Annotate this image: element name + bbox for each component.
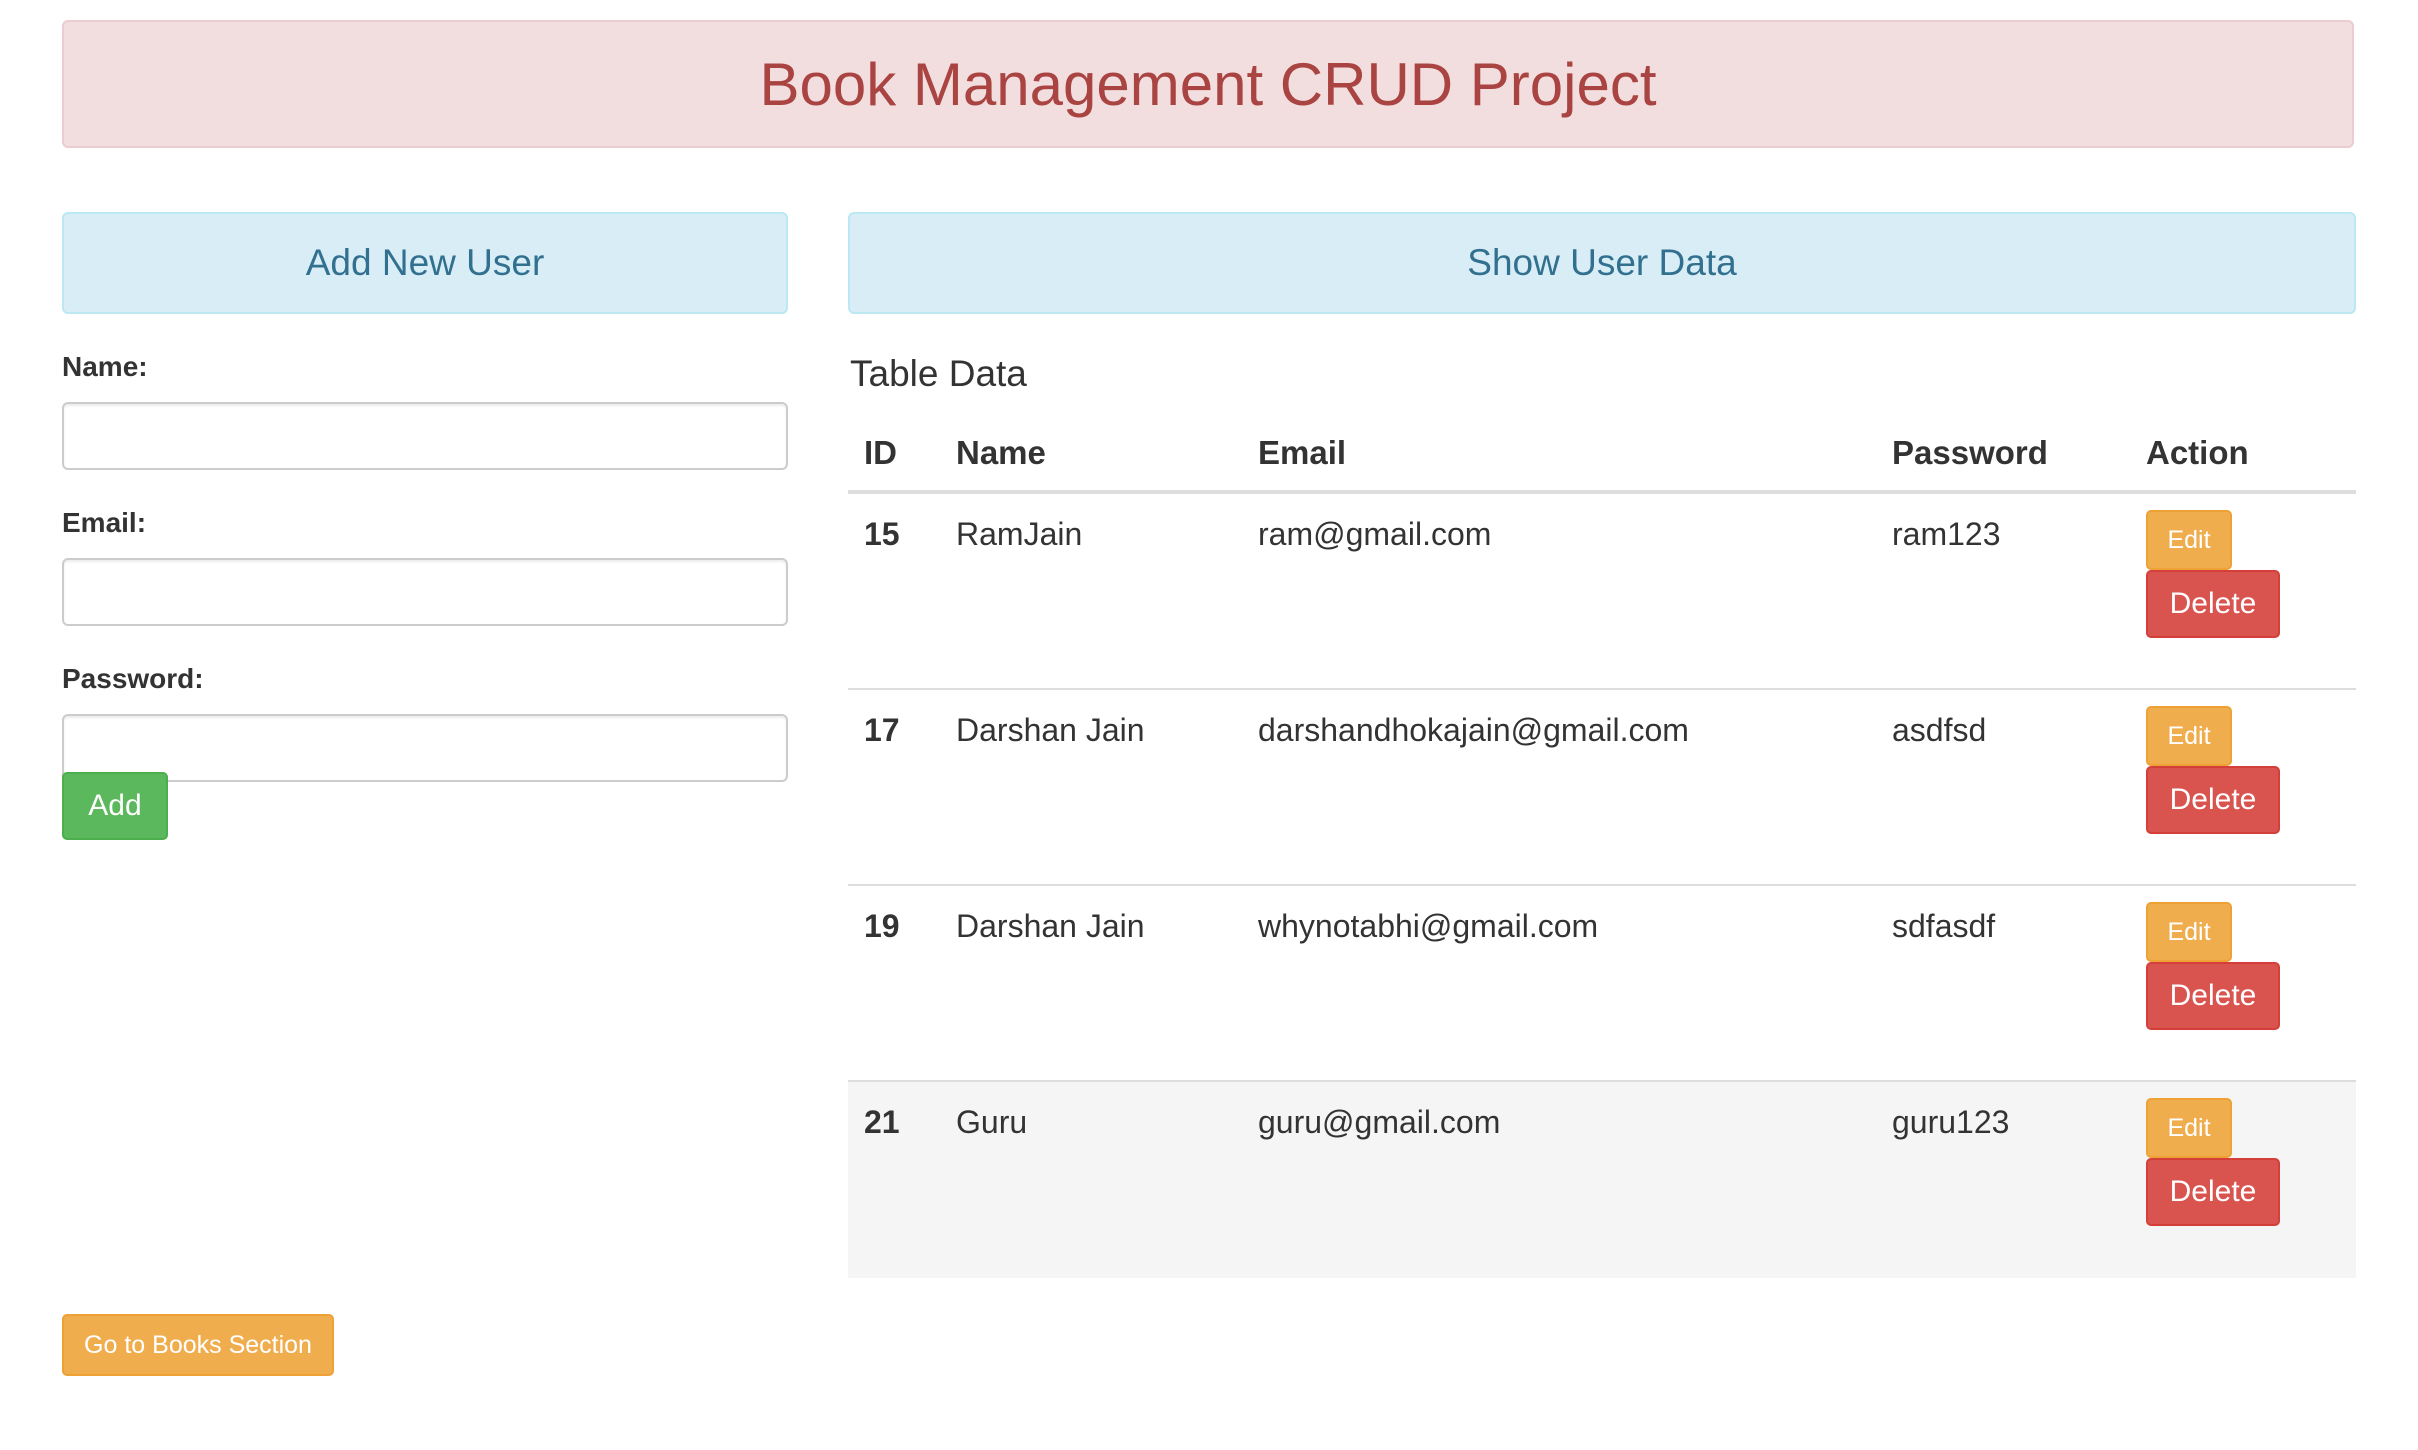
row-email: ram@gmail.com [1258,516,1492,552]
column-header-id: ID [864,434,897,471]
show-user-panel-heading: Show User Data [848,212,2356,314]
edit-button[interactable]: Edit [2146,1098,2232,1158]
add-user-heading-text: Add New User [305,242,545,283]
row-password: ram123 [1892,516,2001,552]
row-actions: Edit Delete [2146,706,2286,834]
email-label: Email: [62,507,147,538]
delete-button[interactable]: Delete [2146,962,2280,1030]
row-actions: Edit Delete [2146,1098,2286,1226]
user-table: ID Name Email Password Action 15 RamJain… [848,424,2356,1278]
row-email: whynotabhi@gmail.com [1258,908,1599,944]
edit-button[interactable]: Edit [2146,510,2232,570]
edit-button[interactable]: Edit [2146,706,2232,766]
title-banner: Book Management CRUD Project [62,20,2354,148]
row-password: asdfsd [1892,712,1987,748]
go-to-books-button[interactable]: Go to Books Section [62,1314,334,1376]
edit-button[interactable]: Edit [2146,902,2232,962]
table-header: ID Name Email Password Action [848,424,2356,494]
column-header-email: Email [1258,434,1347,471]
row-name: RamJain [956,516,1083,552]
row-name: Guru [956,1104,1028,1140]
name-input[interactable] [62,402,788,470]
row-name: Darshan Jain [956,908,1145,944]
add-user-panel-heading: Add New User [62,212,788,314]
row-email: darshandhokajain@gmail.com [1258,712,1689,748]
password-input[interactable] [62,714,788,782]
row-id: 15 [864,516,900,552]
email-input[interactable] [62,558,788,626]
show-user-heading-text: Show User Data [1467,242,1737,283]
row-actions: Edit Delete [2146,510,2286,638]
page: Book Management CRUD Project Add New Use… [0,0,2418,1450]
delete-button[interactable]: Delete [2146,570,2280,638]
name-label: Name: [62,351,148,382]
column-header-password: Password [1892,434,2048,471]
row-id: 19 [864,908,900,944]
row-email: guru@gmail.com [1258,1104,1501,1140]
row-actions: Edit Delete [2146,902,2286,1030]
add-user-form: Name: Email: Password: [62,350,788,818]
row-password: guru123 [1892,1104,2010,1140]
table-row: 17 Darshan Jain darshandhokajain@gmail.c… [848,690,2356,886]
password-label: Password: [62,663,204,694]
row-id: 21 [864,1104,900,1140]
table-row: 21 Guru guru@gmail.com guru123 Edit Dele… [848,1082,2356,1278]
delete-button[interactable]: Delete [2146,1158,2280,1226]
row-id: 17 [864,712,900,748]
row-name: Darshan Jain [956,712,1145,748]
page-title: Book Management CRUD Project [759,50,1657,118]
column-header-action: Action [2146,434,2249,471]
table-row: 19 Darshan Jain whynotabhi@gmail.com sdf… [848,886,2356,1082]
add-button[interactable]: Add [62,772,168,840]
delete-button[interactable]: Delete [2146,766,2280,834]
row-password: sdfasdf [1892,908,1996,944]
column-header-name: Name [956,434,1046,471]
table-row: 15 RamJain ram@gmail.com ram123 Edit Del… [848,494,2356,690]
table-title: Table Data [850,353,1027,394]
